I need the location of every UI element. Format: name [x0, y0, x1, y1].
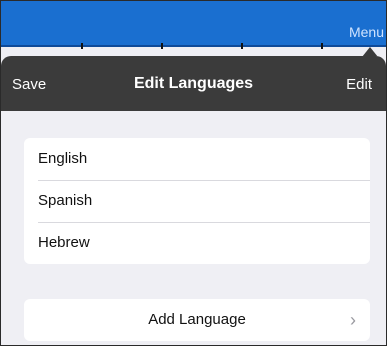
popover-nav-bar: Save Edit Languages Edit — [1, 56, 386, 111]
add-language-button[interactable]: Add Language › — [24, 299, 370, 341]
chevron-right-icon: › — [350, 310, 356, 330]
page-title: Edit Languages — [133, 75, 254, 92]
edit-button[interactable]: Edit — [346, 76, 372, 93]
app-bar-tick — [241, 43, 243, 49]
language-list: English Spanish Hebrew — [24, 138, 370, 264]
language-row-hebrew[interactable]: Hebrew — [24, 222, 370, 264]
app-bar-divider — [1, 45, 386, 47]
language-label: English — [38, 150, 88, 167]
app-bar-tick — [161, 43, 163, 49]
app-bar-tick — [81, 43, 83, 49]
edit-languages-popover: Save Edit Languages Edit English Spanish… — [1, 56, 386, 345]
add-language-label: Add Language — [148, 311, 246, 328]
language-label: Spanish — [38, 192, 93, 209]
screen: Menu Save Edit Languages Edit English Sp… — [0, 0, 387, 346]
app-bar: Menu — [1, 1, 386, 49]
language-label: Hebrew — [38, 234, 90, 251]
language-row-english[interactable]: English — [24, 138, 370, 180]
add-language-group: Add Language › — [24, 299, 370, 341]
menu-button[interactable]: Menu — [349, 24, 384, 40]
language-row-spanish[interactable]: Spanish — [24, 180, 370, 222]
app-bar-tick — [321, 43, 323, 49]
